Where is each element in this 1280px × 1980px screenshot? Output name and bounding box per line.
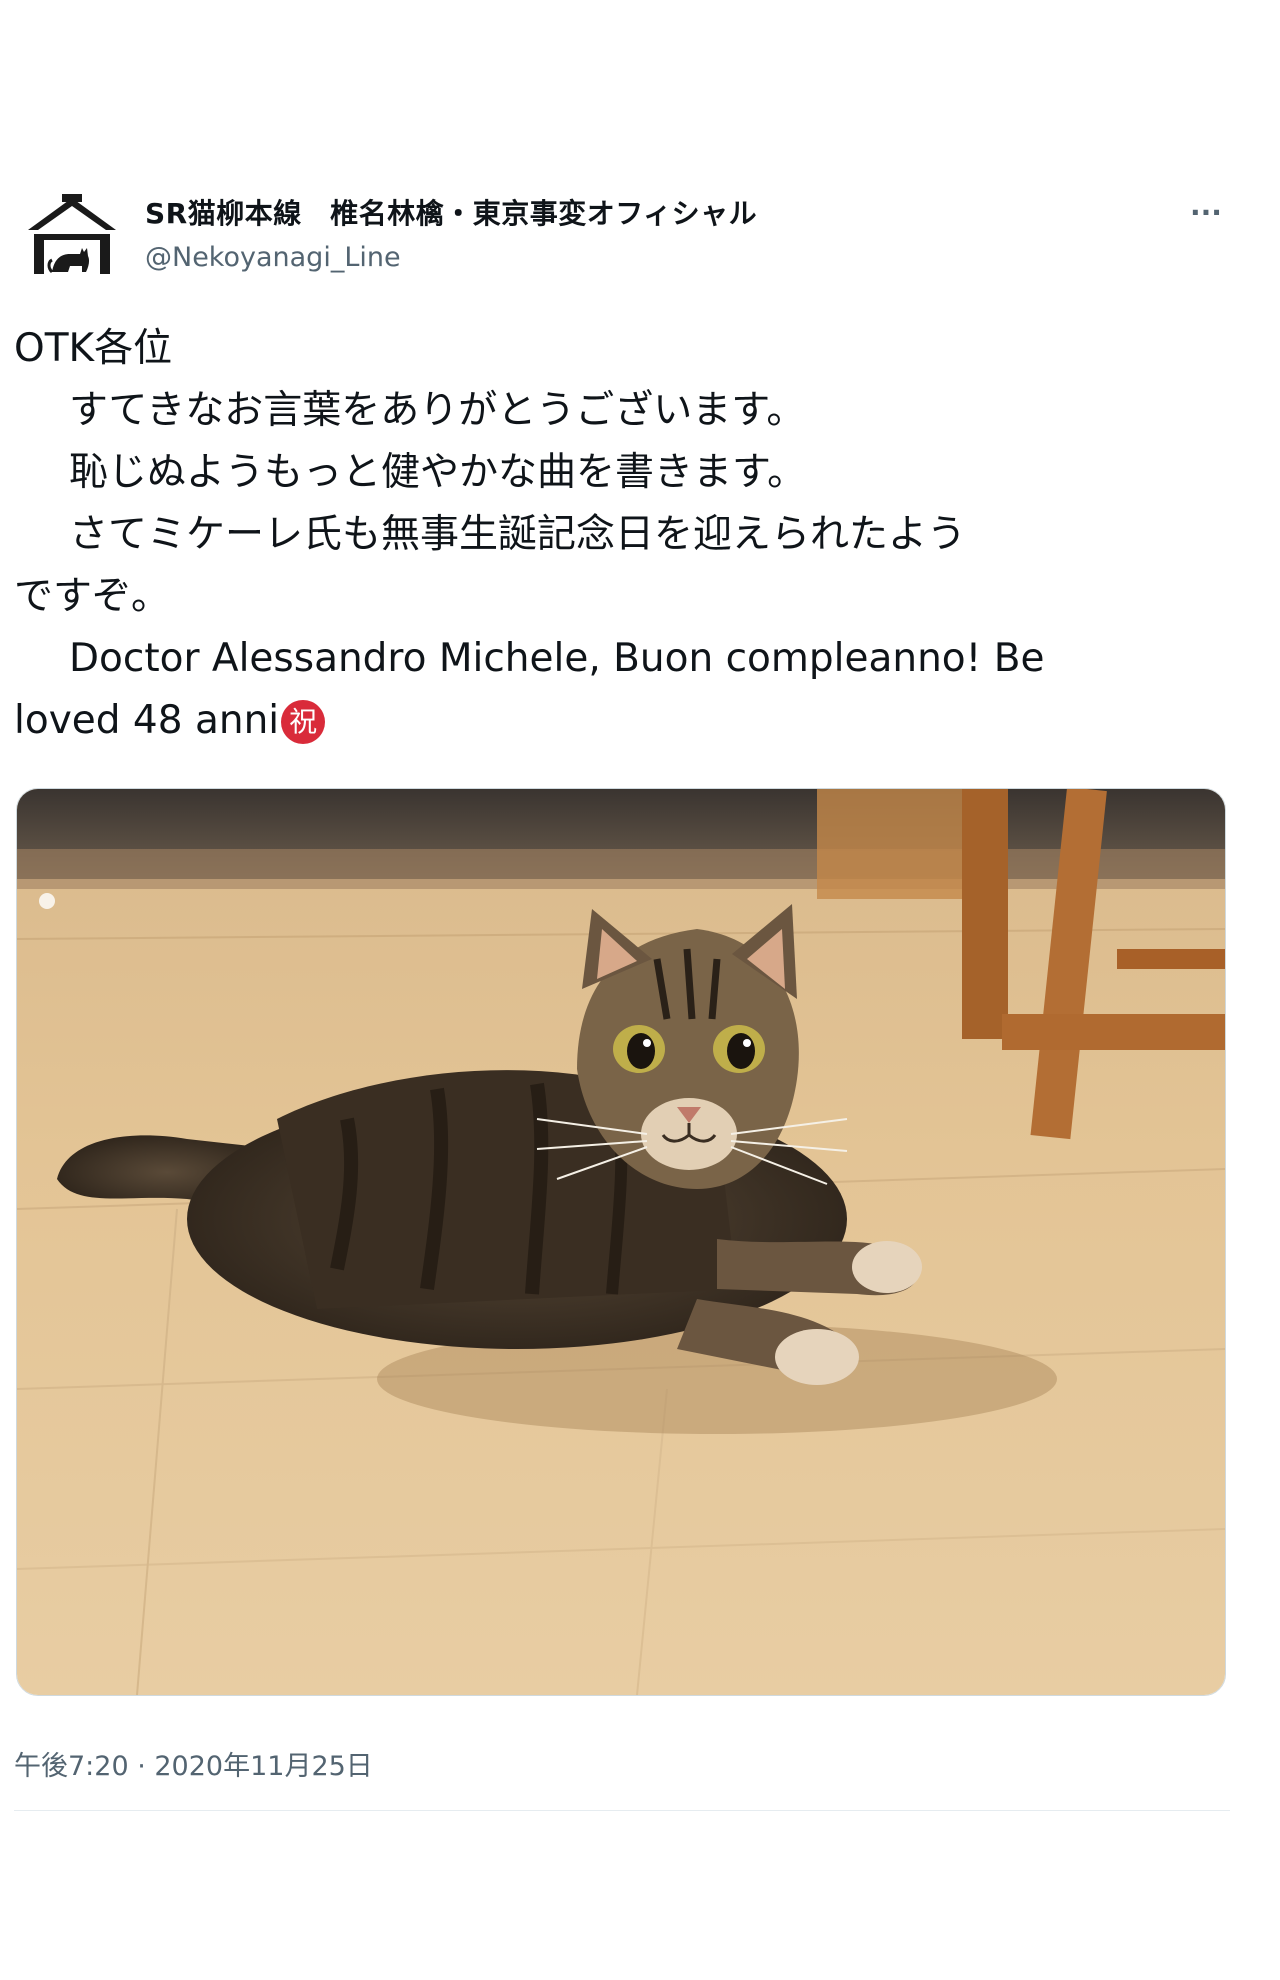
- author-names: SR猫柳本線 椎名林檎・東京事変オフィシャル @Nekoyanagi_Line: [145, 192, 757, 273]
- text-line: ですぞ。: [14, 574, 171, 619]
- tweet-header: SR猫柳本線 椎名林檎・東京事変オフィシャル @Nekoyanagi_Line …: [14, 170, 1230, 280]
- tweet-photo[interactable]: [16, 788, 1226, 1696]
- text-line: すてきなお言葉をありがとうございます。: [69, 388, 806, 433]
- text-line: 恥じぬようもっと健やかな曲を書きます。: [69, 450, 807, 495]
- tweet-timestamp[interactable]: 午後7:20 · 2020年11月25日: [14, 1744, 373, 1783]
- congratulations-emoji-icon: 祝: [281, 700, 326, 744]
- user-handle[interactable]: @Nekoyanagi_Line: [145, 242, 757, 273]
- text-line-last: loved 48 anni 祝: [14, 690, 1230, 752]
- house-cat-logo-icon: [28, 194, 116, 274]
- tweet-text: OTK各位 すてきなお言葉をありがとうございます。 恥じぬようもっと健やかな曲を…: [14, 318, 1230, 752]
- avatar[interactable]: [24, 190, 120, 276]
- text-line: Doctor Alessandro Michele, Buon complean…: [69, 636, 1045, 681]
- cat-photo: [17, 789, 1225, 1695]
- more-options-icon[interactable]: ···: [1184, 196, 1228, 230]
- display-name[interactable]: SR猫柳本線 椎名林檎・東京事変オフィシャル: [145, 192, 757, 232]
- tweet: SR猫柳本線 椎名林檎・東京事変オフィシャル @Nekoyanagi_Line …: [14, 170, 1230, 1811]
- text-line: OTK各位: [14, 326, 173, 371]
- text-line: さてミケーレ氏も無事生誕記念日を迎えられたよう: [69, 512, 967, 557]
- divider: [14, 1810, 1230, 1811]
- text-line: loved 48 anni: [14, 698, 280, 743]
